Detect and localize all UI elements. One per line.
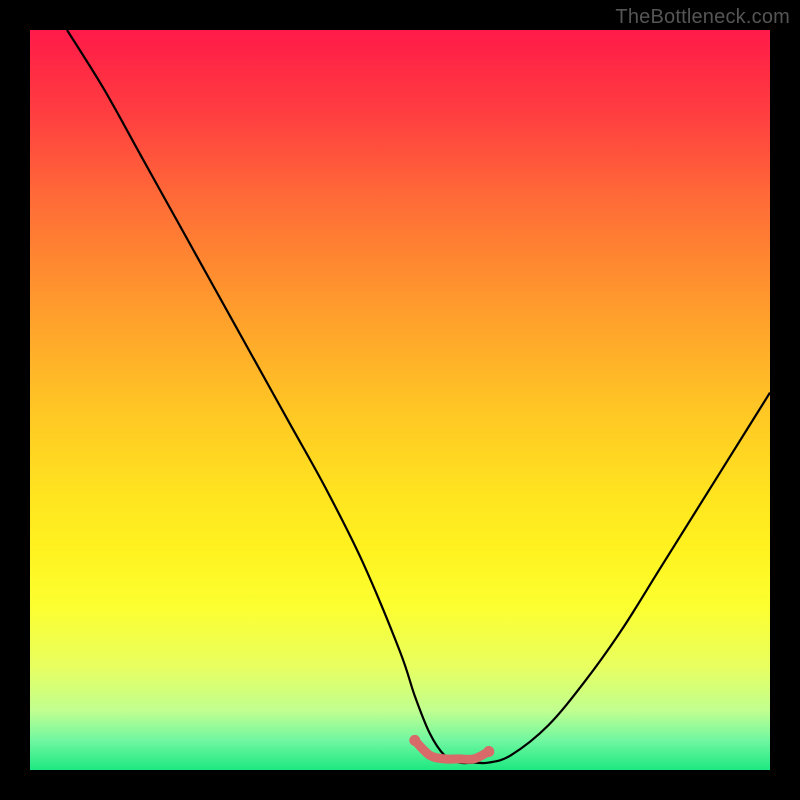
flat-bottom-highlight: [415, 740, 489, 759]
highlight-dot-left: [409, 735, 420, 746]
highlight-dot-right: [483, 746, 494, 757]
chart-plot-area: [30, 30, 770, 770]
bottleneck-curve-path: [67, 30, 770, 763]
watermark-text: TheBottleneck.com: [615, 6, 790, 29]
chart-svg: [30, 30, 770, 770]
